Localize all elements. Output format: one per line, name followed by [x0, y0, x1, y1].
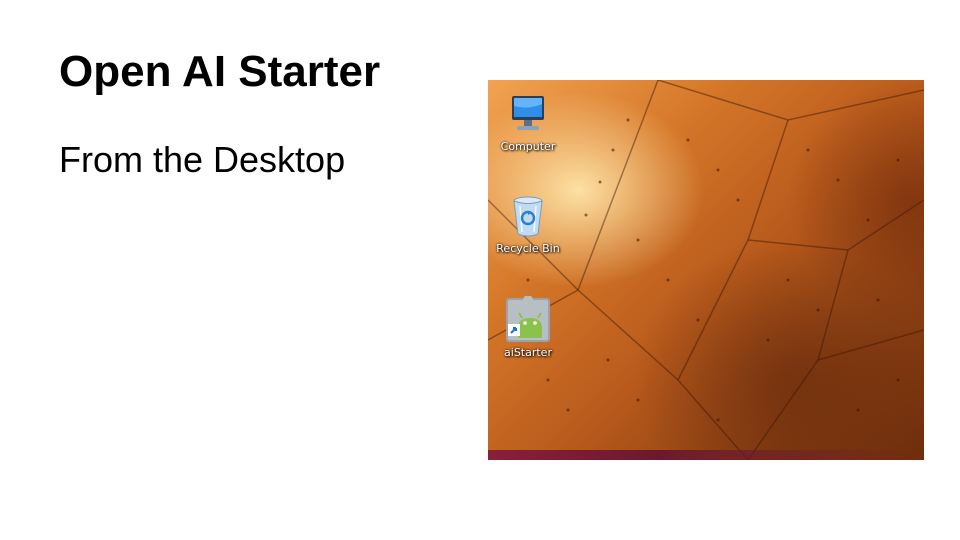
desktop-icon-recycle-bin[interactable]: Recycle Bin — [488, 192, 568, 255]
desktop-icon-label: aiStarter — [504, 346, 552, 359]
taskbar-edge — [488, 450, 924, 460]
desktop-icon-aistarter[interactable]: aiStarter — [488, 296, 568, 359]
computer-icon — [512, 96, 544, 130]
desktop-icon-label: Computer — [500, 140, 556, 153]
aistarter-icon — [506, 296, 550, 342]
desktop-icon-computer[interactable]: Computer — [488, 90, 568, 153]
desktop-icon-label: Recycle Bin — [496, 242, 560, 255]
slide-bullet: From the Desktop — [59, 139, 346, 180]
desktop-screenshot: Computer Recycle Bin aiStarter — [488, 80, 924, 460]
slide-title: Open AI Starter — [59, 47, 381, 96]
recycle-bin-icon — [513, 196, 543, 237]
slide: Open AI Starter From the Desktop Compute… — [0, 0, 960, 540]
